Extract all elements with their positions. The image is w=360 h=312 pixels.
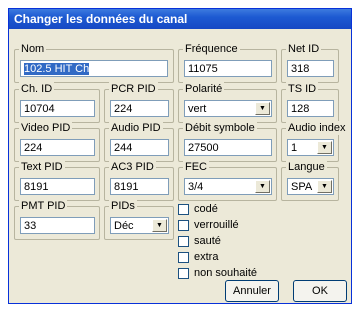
nom-input[interactable]: 102.5 HIT Ch: [20, 60, 168, 77]
pmt-pid-label: PMT PID: [19, 199, 68, 213]
group-nom: Nom 102.5 HIT Ch: [14, 42, 174, 83]
net-id-input[interactable]: 318: [287, 60, 334, 77]
pcr-pid-label: PCR PID: [109, 82, 158, 96]
audio-index-value: 1: [291, 142, 298, 154]
group-frequence: Fréquence 11075: [178, 42, 277, 83]
checkbox-box[interactable]: [178, 236, 189, 247]
cancel-button[interactable]: Annuler: [225, 280, 279, 302]
video-pid-label: Video PID: [19, 121, 73, 135]
checkbox-label: non souhaité: [194, 267, 257, 279]
group-audio-index: Audio index 1 ▼: [281, 121, 348, 162]
ts-id-label: TS ID: [286, 82, 319, 96]
checkbox-label: verrouillé: [194, 219, 239, 231]
group-ac3-pid: AC3 PID 8191: [104, 160, 174, 201]
group-ts-id: TS ID 128: [281, 82, 339, 123]
channel-dialog: Changer les données du canal Nom 102.5 H…: [8, 8, 352, 304]
checkbox-box[interactable]: [178, 204, 189, 215]
ok-button[interactable]: OK: [293, 280, 347, 302]
langue-value: SPA: [291, 181, 313, 193]
pmt-pid-input[interactable]: 33: [20, 217, 95, 234]
ch-id-input[interactable]: 10704: [20, 100, 95, 117]
ac3-pid-label: AC3 PID: [109, 160, 156, 174]
group-audio-pid: Audio PID 244: [104, 121, 174, 162]
checkbox-box[interactable]: [178, 268, 189, 279]
nom-label: Nom: [19, 42, 47, 56]
net-id-label: Net ID: [286, 42, 322, 56]
chevron-down-icon[interactable]: ▼: [317, 141, 332, 154]
checkbox-box[interactable]: [178, 252, 189, 263]
checkbox-box[interactable]: [178, 220, 189, 231]
checkbox-label: codé: [194, 203, 218, 215]
polarite-label: Polarité: [183, 82, 225, 96]
ts-id-input[interactable]: 128: [287, 100, 334, 117]
audio-index-label: Audio index: [286, 121, 348, 135]
fec-label: FEC: [183, 160, 209, 174]
checkbox-label: sauté: [194, 235, 221, 247]
langue-label: Langue: [286, 160, 327, 174]
debit-symbole-label: Débit symbole: [183, 121, 257, 135]
group-net-id: Net ID 318: [281, 42, 339, 83]
pids-label: PIDs: [109, 199, 137, 213]
group-debit-symbole: Débit symbole 27500: [178, 121, 277, 162]
ac3-pid-input[interactable]: 8191: [110, 178, 169, 195]
group-pcr-pid: PCR PID 224: [104, 82, 174, 123]
frequence-input[interactable]: 11075: [184, 60, 272, 77]
group-polarite: Polarité vert ▼: [178, 82, 277, 123]
polarite-value: vert: [188, 103, 207, 115]
chevron-down-icon[interactable]: ▼: [255, 102, 270, 115]
debit-symbole-input[interactable]: 27500: [184, 139, 272, 156]
chevron-down-icon[interactable]: ▼: [255, 180, 270, 193]
audio-pid-input[interactable]: 244: [110, 139, 169, 156]
text-pid-label: Text PID: [19, 160, 65, 174]
langue-select[interactable]: SPA ▼: [287, 178, 334, 195]
polarite-select[interactable]: vert ▼: [184, 100, 272, 117]
fec-select[interactable]: 3/4 ▼: [184, 178, 272, 195]
pids-select[interactable]: Déc ▼: [110, 217, 169, 234]
audio-index-select[interactable]: 1 ▼: [287, 139, 334, 156]
group-pids: PIDs Déc ▼: [104, 199, 174, 240]
group-text-pid: Text PID 8191: [14, 160, 100, 201]
title-bar: Changer les données du canal: [9, 9, 351, 29]
pcr-pid-input[interactable]: 224: [110, 100, 169, 117]
group-ch-id: Ch. ID 10704: [14, 82, 100, 123]
frequence-label: Fréquence: [183, 42, 240, 56]
video-pid-input[interactable]: 224: [20, 139, 95, 156]
audio-pid-label: Audio PID: [109, 121, 163, 135]
text-pid-input[interactable]: 8191: [20, 178, 95, 195]
fec-value: 3/4: [188, 181, 204, 193]
group-fec: FEC 3/4 ▼: [178, 160, 277, 201]
group-pmt-pid: PMT PID 33: [14, 199, 100, 240]
pids-value: Déc: [114, 220, 134, 232]
chevron-down-icon[interactable]: ▼: [317, 180, 332, 193]
group-langue: Langue SPA ▼: [281, 160, 339, 201]
ch-id-label: Ch. ID: [19, 82, 55, 96]
chevron-down-icon[interactable]: ▼: [152, 219, 167, 232]
checkbox-label: extra: [194, 251, 219, 263]
group-video-pid: Video PID 224: [14, 121, 100, 162]
